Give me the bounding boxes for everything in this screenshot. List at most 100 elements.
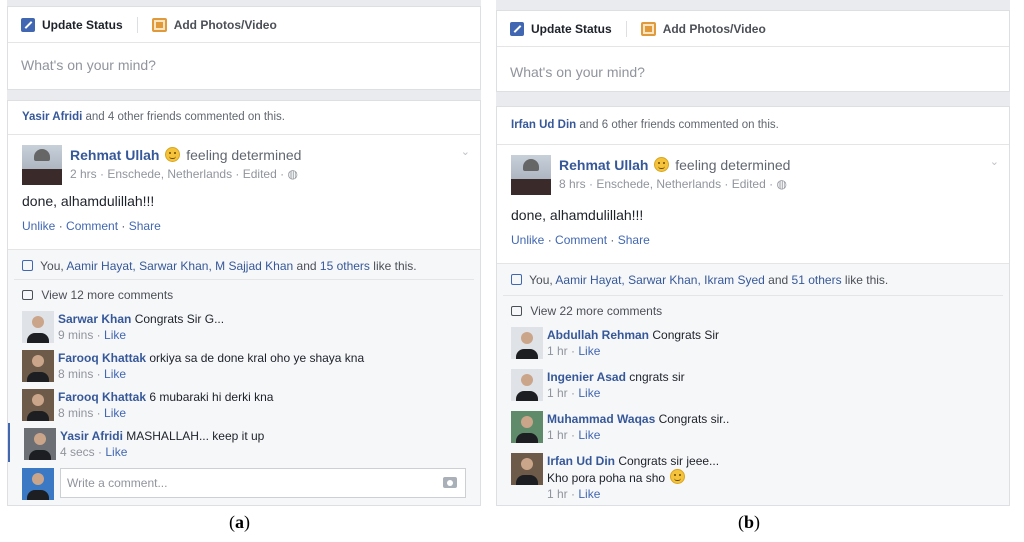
author-avatar[interactable] [22, 145, 62, 185]
update-status-tab[interactable]: Update Status [21, 17, 123, 32]
comment-time: 1 hr [547, 386, 568, 400]
comment-meta: 4 secs · Like [60, 445, 128, 459]
comment-bubble-icon [22, 290, 33, 300]
comment-like-link[interactable]: Like [578, 344, 600, 358]
comment-text: cngrats sir [629, 370, 685, 384]
author-name[interactable]: Rehmat Ullah [70, 147, 159, 163]
caption-a-letter: a [235, 512, 244, 532]
post-header: Rehmat Ullah feeling determined 8 hrs · … [497, 145, 1009, 205]
photo-icon [640, 21, 656, 36]
post-meta: 8 hrs · Enschede, Netherlands · Edited ·… [559, 177, 787, 191]
my-avatar[interactable] [22, 468, 54, 500]
social-context: Yasir Afridi and 4 other friends comment… [8, 101, 480, 135]
likes-others-link[interactable]: 51 others [792, 273, 842, 287]
likes-names[interactable]: Aamir Hayat, Sarwar Khan, M Sajjad Khan [66, 259, 293, 273]
commenter-name[interactable]: Sarwar Khan [58, 312, 131, 326]
comment-meta: 1 hr · Like [547, 344, 601, 358]
comment-item: Abdullah Rehman Congrats Sir 1 hr · Like [497, 322, 1009, 364]
commenter-avatar[interactable] [511, 411, 543, 443]
comment-item: Farooq Khattak orkiya sa de done kral oh… [8, 345, 480, 384]
composer-tabs: Update Status Add Photos/Video [8, 7, 480, 43]
view-more-comments[interactable]: View 22 more comments [497, 296, 1009, 322]
commenter-name[interactable]: Abdullah Rehman [547, 328, 649, 342]
comment-like-link[interactable]: Like [104, 328, 126, 342]
panel-a: Update Status Add Photos/Video What's on… [7, 0, 481, 506]
comment-text-line2: Kho pora poha na sho [547, 471, 666, 485]
camera-icon[interactable] [443, 477, 457, 488]
comment-text: orkiya sa de done kral oho ye shaya kna [149, 351, 365, 365]
comment-like-link[interactable]: Like [104, 406, 126, 420]
comment-like-link[interactable]: Like [578, 487, 600, 501]
comment-meta: 1 hr · Like [547, 487, 601, 501]
feeling-text: feeling determined [675, 157, 791, 173]
commenter-avatar[interactable] [511, 327, 543, 359]
comment-time: 9 mins [58, 328, 94, 342]
thumbs-up-icon [22, 260, 33, 271]
post-card: Yasir Afridi and 4 other friends comment… [7, 100, 481, 506]
comment-item: Yasir Afridi MASHALLAH... keep it up 4 s… [8, 423, 480, 462]
likes-and: and [296, 259, 317, 273]
comment-like-link[interactable]: Like [104, 367, 126, 381]
write-comment-input[interactable]: Write a comment... [60, 468, 466, 498]
likes-others-link[interactable]: 15 others [320, 259, 370, 273]
comment-like-link[interactable]: Like [578, 386, 600, 400]
commenter-name[interactable]: Farooq Khattak [58, 351, 146, 365]
comment-like-link[interactable]: Like [105, 445, 127, 459]
chevron-down-icon[interactable]: ⌄ [990, 155, 999, 168]
social-friend-link[interactable]: Yasir Afridi [22, 111, 82, 123]
author-name[interactable]: Rehmat Ullah [559, 157, 648, 173]
comment-text: Congrats Sir G... [134, 312, 225, 326]
view-more-comments[interactable]: View 12 more comments [8, 280, 480, 306]
add-photos-tab[interactable]: Add Photos/Video [640, 21, 766, 36]
comment-body-line2: Kho pora poha na sho [547, 469, 1009, 486]
comment-text: 6 mubaraki hi derki kna [149, 390, 274, 404]
comment-time: 1 hr [547, 487, 568, 501]
author-line: Rehmat Ullah feeling determined [559, 157, 790, 173]
commenter-avatar[interactable] [24, 428, 56, 460]
comment-text: Congrats Sir [652, 328, 720, 342]
comment-text: Congrats sir jeee... [618, 454, 720, 468]
commenter-avatar[interactable] [22, 350, 54, 382]
comment-body: Farooq Khattak orkiya sa de done kral oh… [58, 350, 480, 366]
likes-you: You, [40, 259, 64, 273]
comment-meta: 9 mins · Like [58, 328, 127, 342]
commenter-name[interactable]: Farooq Khattak [58, 390, 146, 404]
update-status-tab[interactable]: Update Status [510, 21, 612, 36]
status-input[interactable]: What's on your mind? [497, 47, 1009, 93]
thumbs-up-icon [511, 274, 522, 285]
unlike-link[interactable]: Unlike [22, 219, 55, 233]
commenter-avatar[interactable] [511, 369, 543, 401]
author-avatar[interactable] [511, 155, 551, 195]
comment-item: Farooq Khattak 6 mubaraki hi derki kna 8… [8, 384, 480, 423]
likes-names[interactable]: Aamir Hayat, Sarwar Khan, Ikram Syed [555, 273, 764, 287]
commenter-avatar[interactable] [22, 389, 54, 421]
commenter-name[interactable]: Irfan Ud Din [547, 454, 615, 468]
social-friend-link[interactable]: Irfan Ud Din [511, 119, 576, 131]
composer-tabs: Update Status Add Photos/Video [497, 11, 1009, 47]
add-photos-tab[interactable]: Add Photos/Video [151, 17, 277, 32]
share-link[interactable]: Share [129, 219, 161, 233]
ufi-section: You, Aamir Hayat, Sarwar Khan, Ikram Sye… [497, 263, 1009, 505]
status-input[interactable]: What's on your mind? [8, 43, 480, 89]
comment-time: 1 hr [547, 428, 568, 442]
commenter-name[interactable]: Ingenier Asad [547, 370, 626, 384]
post-text: done, alhamdulillah!!! [511, 207, 644, 223]
commenter-avatar[interactable] [22, 311, 54, 343]
commenter-name[interactable]: Yasir Afridi [60, 429, 123, 443]
social-context: Irfan Ud Din and 6 other friends comment… [497, 107, 1009, 145]
comment-link[interactable]: Comment [555, 233, 607, 247]
chevron-down-icon[interactable]: ⌄ [461, 145, 470, 158]
caption-a: (a) [229, 512, 250, 532]
photo-icon [151, 17, 167, 32]
comment-like-link[interactable]: Like [578, 428, 600, 442]
tab-divider [136, 16, 138, 33]
comment-link[interactable]: Comment [66, 219, 118, 233]
comment-body: Yasir Afridi MASHALLAH... keep it up [60, 428, 480, 444]
unlike-link[interactable]: Unlike [511, 233, 544, 247]
composer: Update Status Add Photos/Video What's on… [496, 10, 1010, 92]
commenter-avatar[interactable] [511, 453, 543, 485]
commenter-name[interactable]: Muhammad Waqas [547, 412, 655, 426]
comment-time: 4 secs [60, 445, 95, 459]
likes-and: and [768, 273, 789, 287]
share-link[interactable]: Share [618, 233, 650, 247]
